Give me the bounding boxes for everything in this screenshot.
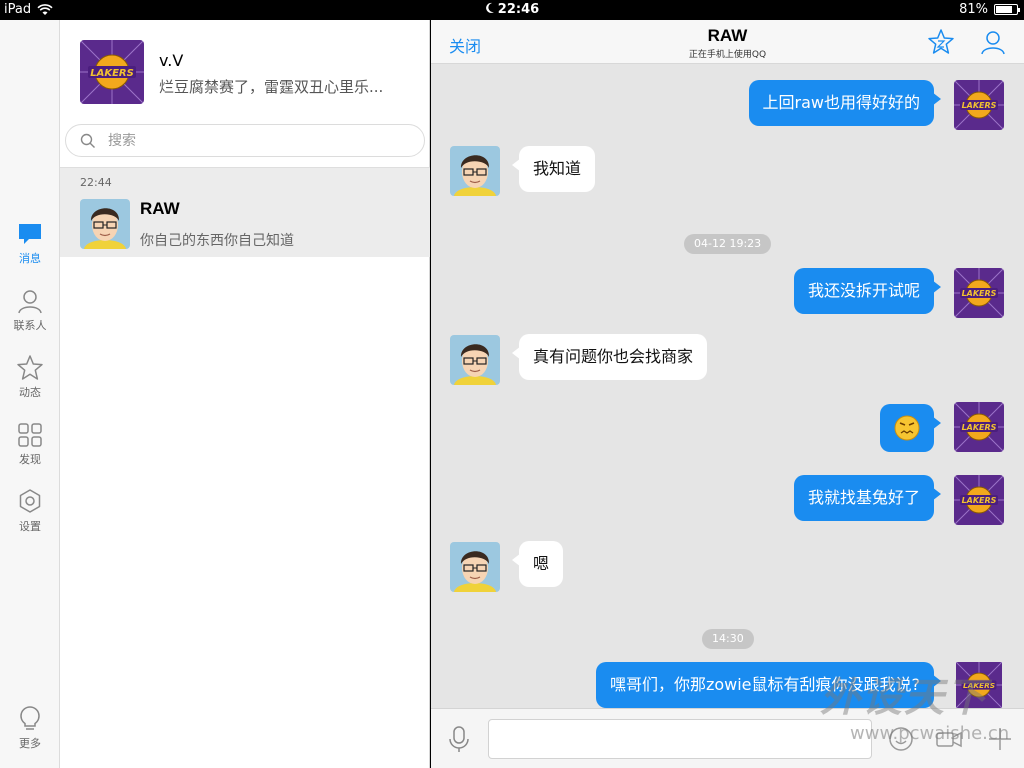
timestamp-divider: 04-12 19:23 [684,234,772,254]
message-bubble-incoming[interactable]: 真有问题你也会找商家 [511,334,708,380]
search-icon [80,133,95,148]
rail-item-messages[interactable]: 消息 [0,220,60,266]
message-bubble-outgoing-emoji[interactable] [880,404,941,452]
timestamp-divider: 14:30 [702,629,754,649]
rail-item-contacts[interactable]: 联系人 [0,287,60,333]
grid-icon [18,423,42,447]
profile-status: 烂豆腐禁赛了，雷霆双丑心里乐... [159,78,384,96]
battery-percent: 81% [959,2,988,17]
video-icon[interactable] [935,725,963,753]
message-bubble-outgoing[interactable]: 上回raw也用得好好的 [748,80,942,126]
conversation-last-message: 你自己的东西你自己知道 [140,233,294,249]
avatar[interactable]: LAKERS [954,475,1004,525]
rail-item-more[interactable]: 更多 [0,705,60,751]
lakers-logo-icon: LAKERS [955,662,1003,708]
message-bubble-outgoing[interactable]: 我就找基兔好了 [793,475,942,521]
avatar[interactable]: LAKERS [954,662,1004,708]
svg-text:LAKERS: LAKERS [962,423,997,432]
rail-item-feed[interactable]: 动态 [0,354,60,400]
grumpy-face-emoji-icon [894,415,920,441]
cartoon-face-icon [450,542,500,592]
avatar[interactable]: LAKERS [954,402,1004,452]
star-chat-icon[interactable] [927,28,955,56]
avatar[interactable] [450,542,500,592]
lakers-logo-icon: LAKERS [80,40,144,104]
lakers-logo-icon: LAKERS [954,475,1004,525]
conversation-time: 22:44 [80,176,112,189]
chat-pane: 关闭 RAW 正在手机上使用QQ 上回raw也用得好好的 LAKERS 我知道 … [431,20,1024,768]
avatar[interactable] [450,335,500,385]
my-profile[interactable]: LAKERS v.V 烂豆腐禁赛了，雷霆双丑心里乐... [60,20,430,120]
lakers-avatar[interactable]: LAKERS [80,40,144,104]
svg-text:LAKERS: LAKERS [962,289,997,298]
message-bubble-incoming[interactable]: 我知道 [511,146,596,192]
gear-icon [19,489,41,513]
conversation-list-pane: LAKERS v.V 烂豆腐禁赛了，雷霆双丑心里乐... 22:44 [60,20,430,768]
input-bar [431,708,1024,768]
rail-item-settings[interactable]: 设置 [0,488,60,534]
lakers-logo-icon: LAKERS [954,402,1004,452]
svg-text:LAKERS: LAKERS [90,68,134,79]
profile-icon[interactable] [979,28,1007,56]
cartoon-glasses-avatar [80,199,130,249]
avatar[interactable]: LAKERS [954,80,1004,130]
message-bubble-incoming[interactable]: 嗯 [511,541,564,587]
search-box[interactable] [65,124,425,157]
svg-text:LAKERS: LAKERS [962,496,997,505]
message-input[interactable] [488,719,872,759]
moon-icon [485,2,494,13]
nav-rail: 消息 联系人 动态 发现 设置 更多 [0,20,60,768]
rail-item-discover[interactable]: 发现 [0,421,60,467]
lightbulb-icon [20,706,40,730]
cartoon-face-icon [450,146,500,196]
status-bar: iPad 22:46 81% [0,0,1024,20]
cartoon-face-icon [450,335,500,385]
lakers-logo-icon: LAKERS [954,80,1004,130]
message-bubble-outgoing[interactable]: 嘿哥们，你那zowie鼠标有刮痕你没跟我说? [595,662,942,708]
clock: 22:46 [497,2,540,17]
microphone-icon[interactable] [447,725,471,753]
avatar[interactable]: LAKERS [954,268,1004,318]
avatar[interactable] [450,146,500,196]
chat-header: 关闭 RAW 正在手机上使用QQ [431,20,1024,64]
emoji-icon[interactable] [887,725,915,753]
search-input[interactable] [108,131,408,151]
star-icon [17,355,43,380]
message-bubble-outgoing[interactable]: 我还没拆开试呢 [793,268,942,314]
svg-text:LAKERS: LAKERS [962,101,997,110]
conversation-name: RAW [140,199,180,218]
person-icon [18,290,42,314]
profile-name: v.V [159,51,184,70]
cartoon-face-icon [80,199,130,249]
lakers-logo-icon: LAKERS [954,268,1004,318]
message-bubble-icon [19,224,41,244]
plus-icon[interactable] [986,725,1014,753]
svg-text:LAKERS: LAKERS [963,681,995,690]
battery-icon [994,4,1020,15]
conversation-item[interactable]: 22:44 RAW 你自己的东西你自己知道 [60,167,430,257]
